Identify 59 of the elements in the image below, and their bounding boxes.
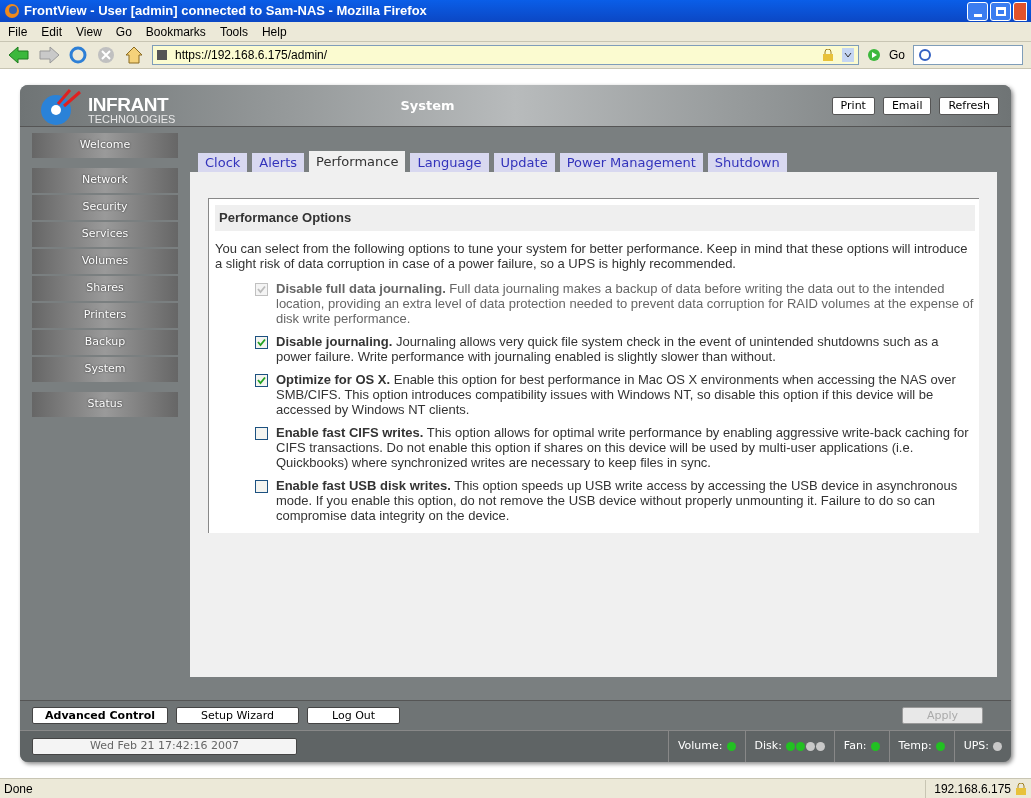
menu-item[interactable]: Go [115,22,132,41]
footer-button[interactable]: Setup Wizard [175,707,299,724]
go-icon[interactable] [867,48,881,62]
apply-button: Apply [901,707,983,724]
checkbox[interactable] [255,480,268,493]
section-header: Performance Options [215,205,975,231]
lock-icon [1015,782,1027,795]
option-text: Disable full data journaling. Full data journaling makes a backup of data before writing the data out to the intended location, providing an extra level of data protection needed to prevent data corruption for RAID volumes at the expense of disk write performance. [276,281,975,326]
indicator-label: Fan: [843,738,867,755]
home-icon[interactable] [124,45,144,65]
indicator-label: UPS: [963,738,989,755]
window-title: FrontView - User [admin] connected to Sam-NAS - Mozilla Firefox [24,2,427,21]
header-button[interactable]: Print [831,96,875,115]
footer-button[interactable]: Log Out [307,707,401,724]
maximize-button[interactable] [990,1,1011,21]
checkbox[interactable] [255,427,268,440]
go-button[interactable]: Go [889,46,905,64]
lock-icon [822,49,834,61]
menu-item[interactable]: View [76,22,102,41]
tab[interactable]: Update [493,153,555,172]
tab[interactable]: Clock [198,153,248,172]
option-text: Disable journaling. Journaling allows very quick file system check in the event of unintended shutdowns such as a power failure. Write performance with journaling enabled is slightly slower than without. [276,334,940,364]
header-button[interactable]: Email [882,96,932,115]
option-text: Enable fast USB disk writes. This option speeds up USB write access by accessing the USB device in asynchronous mode. If you enable this option, do not remove the USB device without properly unmounting it. Failure to do so can compromise data integrity on the device. [276,478,959,523]
menu-item[interactable]: Edit [41,22,63,41]
option-text: Optimize for OS X. Enable this option for best performance in Mac OS X environments when accessing the NAS over SMB/CIFS. This option introduces compatibility issues with Windows NT, so disable this option if this device will be accessed by Windows NT clients. [276,372,957,417]
menu-item[interactable]: Help [261,22,287,41]
address-field[interactable]: https://192.168.6.175/admin/ [152,45,859,65]
menu-item[interactable]: Bookmarks [145,22,206,41]
back-icon[interactable] [8,45,30,65]
indicator-label: Disk: [754,738,782,755]
tab[interactable]: Shutdown [707,153,787,172]
tab[interactable]: Language [410,153,489,172]
address-text: https://192.168.6.175/admin/ [175,47,328,64]
footer-button[interactable]: Advanced Control [32,707,168,724]
tab[interactable]: Power Management [559,153,703,172]
dropdown-icon[interactable] [842,48,854,62]
option-text: Enable fast CIFS writes. This option allows for optimal write performance by enabling aggressive write-back caching for CIFS transactions. Do not enable this option if shares on this device will be used by multi-user applications (i.e. Quickbooks) where synchronized writes are necessary to keep files in sync. [276,425,970,470]
menu-item[interactable]: File [8,22,28,41]
search-field[interactable] [913,45,1023,65]
logo-name: INFRANT [88,94,170,114]
indicator-label: Volume: [677,738,723,755]
tab[interactable]: Alerts [252,153,305,172]
close-button[interactable] [1013,1,1027,21]
status-text: Done [4,780,33,798]
host-text: 192.168.6.175 [934,780,1011,798]
header-button[interactable]: Refresh [939,96,999,115]
minimize-button[interactable] [967,1,988,21]
logo-subtitle: TECHNOLOGIES [88,113,176,125]
menu-item[interactable]: Tools [219,22,248,41]
date-time-display: Wed Feb 21 17:42:16 2007 [32,738,297,755]
page-title: System [400,96,455,115]
page-icon [157,50,167,60]
intro-text: You can select from the following options to tune your system for better performance. Keep in mind that these options will introduce a slight risk of data corruption in case of a power failure, so a UPS is highly recommended. [215,241,969,271]
browser-icon [4,3,20,19]
tab[interactable]: Performance [309,151,406,172]
checkbox[interactable] [255,374,268,387]
indicator-label: Temp: [898,738,932,755]
checkbox[interactable] [255,336,268,349]
